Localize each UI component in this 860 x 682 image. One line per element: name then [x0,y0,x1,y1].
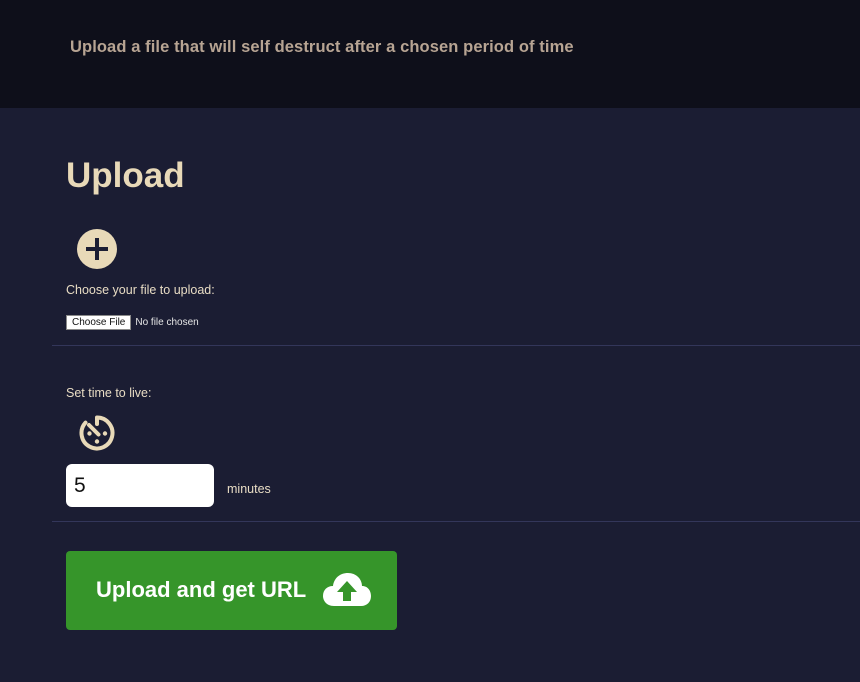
header-tagline: Upload a file that will self destruct af… [70,38,574,56]
page-title: Upload [66,156,185,195]
file-input[interactable]: Choose File No file chosen [66,315,199,330]
page: Upload a file that will self destruct af… [0,0,860,682]
choose-file-button[interactable]: Choose File [66,315,132,330]
section-divider [52,521,860,522]
ttl-label: Set time to live: [66,386,152,400]
file-choose-label: Choose your file to upload: [66,283,215,297]
ttl-minutes-input[interactable] [66,464,214,507]
timer-icon [78,414,116,452]
file-status-text: No file chosen [135,317,199,328]
header-bar: Upload a file that will self destruct af… [0,0,860,108]
plus-circle-icon[interactable] [77,229,117,269]
section-divider [52,345,860,346]
ttl-unit-label: minutes [227,482,271,496]
upload-and-get-url-button[interactable]: Upload and get URL [66,551,397,630]
upload-button-label: Upload and get URL [96,577,307,602]
cloud-upload-icon [322,572,372,608]
